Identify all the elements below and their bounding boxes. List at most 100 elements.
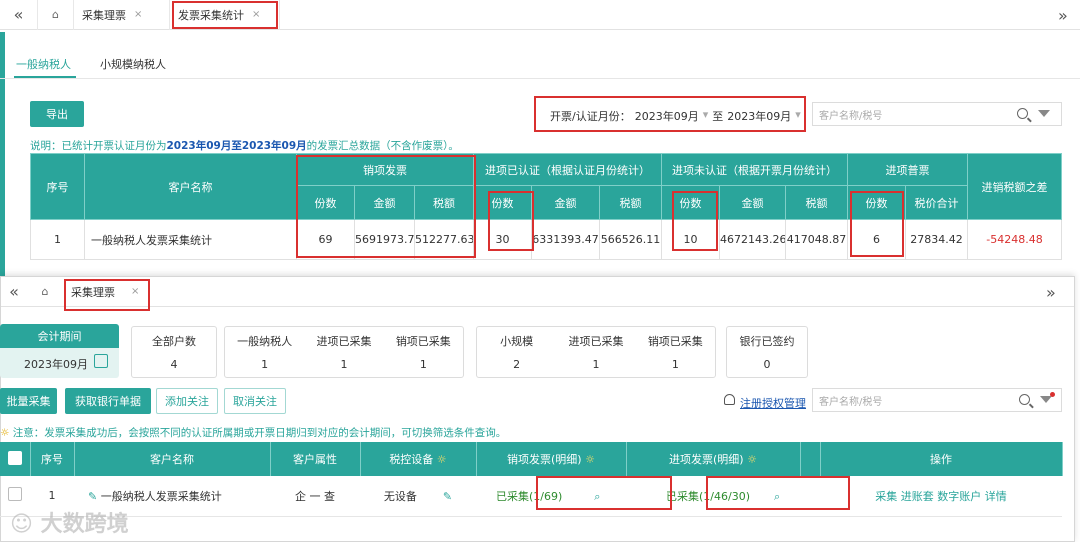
col-name: 客户名称 xyxy=(74,442,271,476)
cell-auth-tax: 566526.11 xyxy=(598,219,663,260)
collapse-left-icon[interactable]: « xyxy=(0,0,38,30)
cell-name: 一般纳税人发票采集统计 xyxy=(84,219,297,260)
watermark-logo: ☺ 大数跨境 xyxy=(10,506,129,538)
subtab-small[interactable]: 小规模纳税人 xyxy=(100,56,166,72)
sub-total: 税价合计 xyxy=(905,185,969,220)
search-placeholder: 客户名称/税号 xyxy=(819,396,883,408)
stat-value: 1 xyxy=(671,358,679,371)
sub-count: 份数 xyxy=(661,185,721,220)
cell-purchase-label: 已采集(1/46/30) xyxy=(666,489,750,503)
collapse-left-icon[interactable]: « xyxy=(1,282,27,301)
sub-amount: 金额 xyxy=(354,185,415,220)
period-value: 2023年09月 xyxy=(24,358,88,371)
search-detail-icon[interactable]: ⌕ xyxy=(774,490,780,503)
select-all-checkbox[interactable] xyxy=(0,442,31,476)
stat-value: 1 xyxy=(261,358,269,371)
filter-icon[interactable] xyxy=(1038,110,1050,117)
stat-label: 销项已采集 xyxy=(647,335,703,348)
stat-label: 进项已采集 xyxy=(568,335,624,348)
close-icon[interactable]: × xyxy=(134,9,142,20)
stat-label: 全部户数 xyxy=(152,335,196,348)
tab-label: 发票采集统计 xyxy=(178,8,244,22)
bulb-icon: ☼ xyxy=(0,427,13,439)
col-diff: 进销税额之差 xyxy=(967,153,1063,220)
chevron-down-icon: ▾ xyxy=(702,108,709,121)
col-name: 客户名称 xyxy=(84,153,297,220)
col-device: 税控设备 ☼ xyxy=(360,442,477,476)
cell-device-label: 无设备 xyxy=(383,489,417,503)
stat-value: 1 xyxy=(340,358,348,371)
collapse-right-icon[interactable]: » xyxy=(1058,6,1068,25)
tab-label: 采集理票 xyxy=(71,285,115,299)
tab-caiji-lipiao[interactable]: 采集理票 × xyxy=(63,284,147,300)
col-seq: 序号 xyxy=(30,153,85,220)
cell-name-label: 一般纳税人发票采集统计 xyxy=(100,489,222,503)
period-to[interactable]: 2023年09月 xyxy=(727,108,791,124)
batch-collect-button[interactable]: 批量采集 xyxy=(0,388,57,414)
cell-plain-total: 27834.42 xyxy=(905,219,969,260)
cell-auth-count: 30 xyxy=(473,219,532,260)
sub-tax: 税额 xyxy=(785,185,849,220)
close-icon[interactable]: × xyxy=(252,9,260,20)
search-placeholder: 客户名称/税号 xyxy=(819,110,883,122)
bulb-icon: ☼ xyxy=(581,453,595,466)
sub-amount: 金额 xyxy=(719,185,787,220)
cell-device: 无设备 ✎ xyxy=(360,476,476,517)
watermark-icon: ☺ xyxy=(10,512,41,537)
register-auth-link[interactable]: 注册授权管理 xyxy=(740,395,806,411)
stat-value: 4 xyxy=(170,358,178,371)
add-follow-button[interactable]: 添加关注 xyxy=(156,388,218,414)
stat-group-bank: 银行已签约 0 xyxy=(726,326,808,378)
cell-sales-label: 已采集(1/69) xyxy=(496,489,563,503)
export-button[interactable]: 导出 xyxy=(30,101,84,127)
cell-purchase[interactable]: 已采集(1/46/30) ⌕ xyxy=(626,476,800,517)
close-icon[interactable]: × xyxy=(131,286,139,297)
home-icon[interactable]: ⌂ xyxy=(27,285,63,298)
period-from[interactable]: 2023年09月 xyxy=(635,108,699,124)
stat-group-general: 一般纳税人 1 进项已采集 1 销项已采集 1 xyxy=(224,326,464,378)
op-collect[interactable]: 采集 xyxy=(875,490,897,503)
user-icon xyxy=(724,394,735,405)
op-details[interactable]: 详情 xyxy=(985,490,1007,503)
filter-icon[interactable] xyxy=(1040,396,1052,403)
period-filter[interactable]: 开票/认证月份： 2023年09月 ▾ 至 2023年09月 ▾ xyxy=(550,108,801,124)
search-detail-icon[interactable]: ⌕ xyxy=(594,490,600,503)
home-icon[interactable]: ⌂ xyxy=(38,0,74,30)
tab-caiji-lipiao[interactable]: 采集理票 × xyxy=(74,0,170,30)
cell-diff: -54248.48 xyxy=(967,219,1063,260)
period-to-word: 至 xyxy=(712,110,724,123)
notice-text: ☼ 注意：发票采集成功后，会按照不同的认证所属期或开票日期归到对应的会计期间，可… xyxy=(0,425,506,440)
sub-tax: 税额 xyxy=(598,185,663,220)
subtab-general[interactable]: 一般纳税人 xyxy=(16,56,71,72)
period-label: 开票/认证月份： xyxy=(550,110,631,123)
cancel-follow-button[interactable]: 取消关注 xyxy=(224,388,286,414)
cell-ops: 采集 进账套 数字账户 详情 xyxy=(820,476,1062,517)
table-row[interactable]: 1 ✎ 一般纳税人发票采集统计 企 一 查 无设备 ✎ 已采集(1/69) ⌕ 已采… xyxy=(0,476,1062,517)
get-bank-docs-button[interactable]: 获取银行单据 xyxy=(65,388,151,414)
period-card[interactable]: 会计期间 2023年09月 xyxy=(0,324,119,378)
cell-plain-count: 6 xyxy=(847,219,907,260)
cell-seq: 1 xyxy=(30,219,85,260)
edit-icon[interactable]: ✎ xyxy=(443,490,452,503)
collapse-right-icon[interactable]: » xyxy=(1046,283,1056,302)
cell-auth-amount: 6331393.47 xyxy=(531,219,600,260)
op-digital-account[interactable]: 数字账户 xyxy=(937,490,981,503)
note-range: 2023年09月至2023年09月 xyxy=(166,140,307,152)
op-ledger[interactable]: 进账套 xyxy=(901,490,934,503)
bulb-icon: ☼ xyxy=(743,453,757,466)
tab-invoice-stats[interactable]: 发票采集统计 × xyxy=(170,0,280,30)
sub-count: 份数 xyxy=(473,185,532,220)
calendar-icon[interactable] xyxy=(94,354,108,368)
search-icon[interactable] xyxy=(1017,108,1028,119)
chevron-down-icon: ▾ xyxy=(795,108,801,121)
search-icon[interactable] xyxy=(1019,394,1030,405)
table-row: 1 一般纳税人发票采集统计 69 5691973.75 512277.63 30… xyxy=(30,219,1063,260)
watermark-text: 大数跨境 xyxy=(40,512,129,537)
cell-spacer xyxy=(800,476,820,517)
second-tab-bar: « ⌂ 采集理票 × xyxy=(1,277,1074,307)
tab-label: 采集理票 xyxy=(82,8,126,22)
sub-count: 份数 xyxy=(847,185,907,220)
edit-icon[interactable]: ✎ xyxy=(88,490,101,503)
bulb-icon: ☼ xyxy=(433,453,447,466)
cell-sales[interactable]: 已采集(1/69) ⌕ xyxy=(476,476,626,517)
